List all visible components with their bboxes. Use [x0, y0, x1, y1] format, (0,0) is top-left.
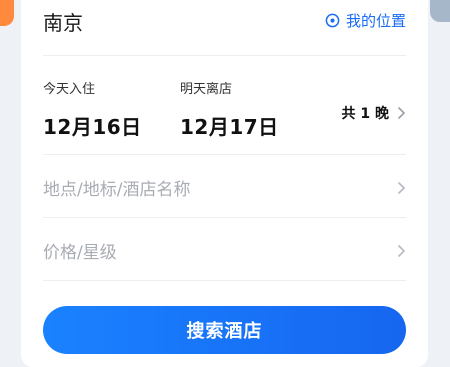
- keyword-input[interactable]: 地点/地标/酒店名称: [43, 175, 406, 200]
- city-name: 南京: [43, 11, 83, 35]
- checkout-label: 明天离店: [180, 82, 233, 97]
- checkin-label: 今天入住: [43, 82, 96, 97]
- divider: [43, 55, 406, 56]
- my-location-button[interactable]: 我的位置: [325, 10, 406, 31]
- keyword-placeholder: 地点/地标/酒店名称: [43, 180, 191, 200]
- price-star-placeholder: 价格/星级: [43, 243, 117, 263]
- nights-count: 共 1 晚: [341, 106, 390, 122]
- divider: [43, 280, 406, 281]
- chevron-right-icon: [397, 181, 406, 194]
- chevron-right-icon: [397, 106, 406, 120]
- divider: [43, 154, 406, 155]
- checkout-date[interactable]: 12月17日: [180, 111, 279, 140]
- hotel-search-card: 南京 我的位置 今天入住 12月16日 明天离店 12月17日 共 1 晚 地点…: [21, 0, 428, 367]
- locate-target-icon: [325, 13, 340, 28]
- background-decoration-left: [0, 0, 14, 26]
- divider: [43, 217, 406, 218]
- checkin-date[interactable]: 12月16日: [43, 111, 142, 140]
- search-hotel-button[interactable]: 搜索酒店: [43, 306, 406, 354]
- background-decoration-right: [430, 0, 450, 22]
- price-star-selector[interactable]: 价格/星级: [43, 238, 406, 263]
- chevron-right-icon: [397, 244, 406, 257]
- nights-selector[interactable]: 共 1 晚: [342, 103, 407, 123]
- search-hotel-label: 搜索酒店: [186, 321, 263, 342]
- my-location-label: 我的位置: [345, 12, 406, 30]
